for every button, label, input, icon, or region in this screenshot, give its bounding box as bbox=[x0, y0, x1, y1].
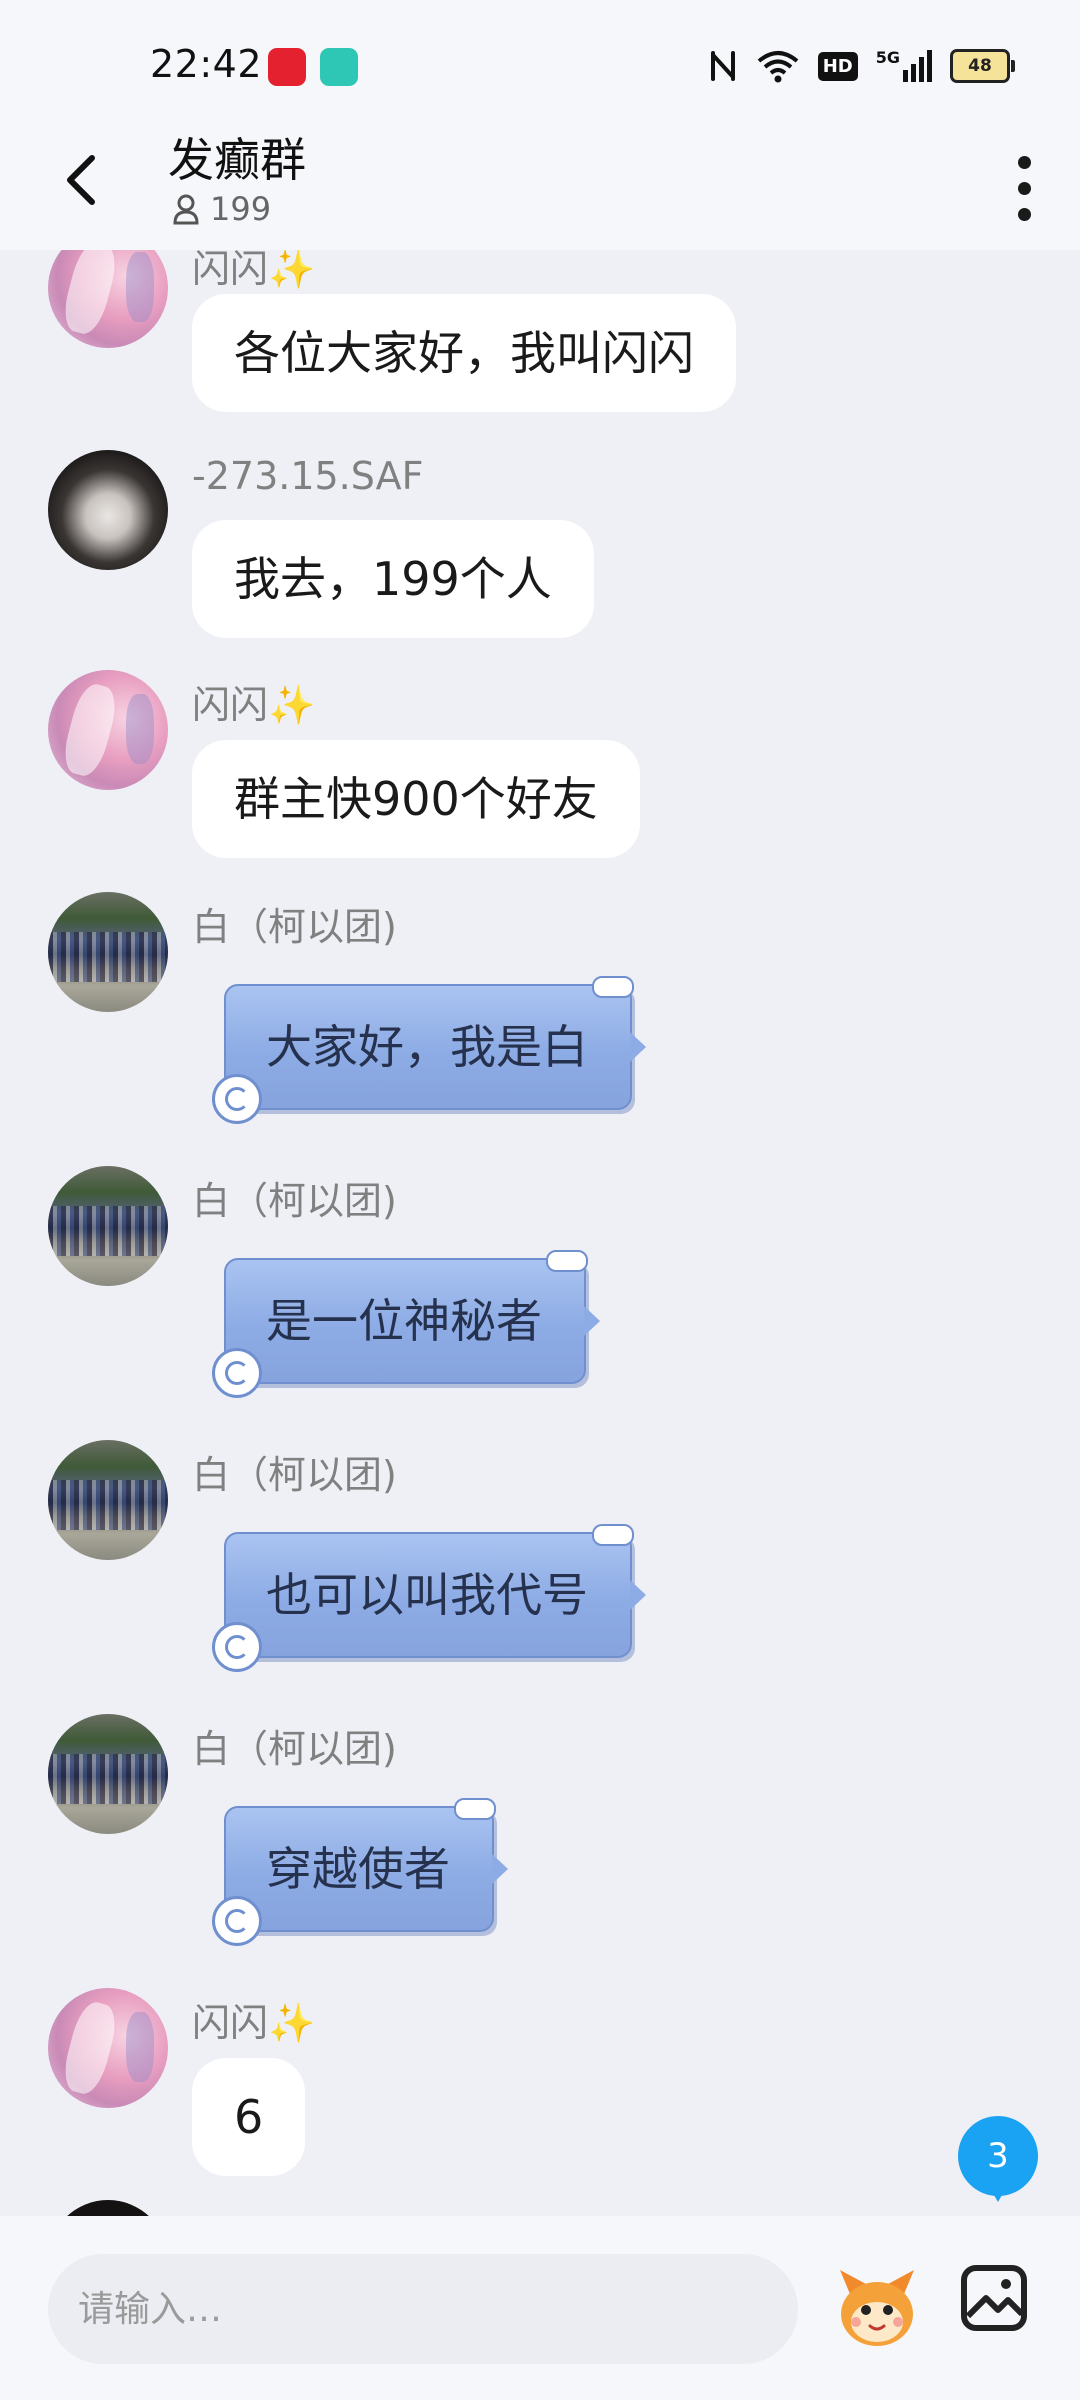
mascot-icon[interactable] bbox=[832, 2264, 922, 2354]
hd-icon: HD bbox=[817, 51, 858, 81]
nfc-icon bbox=[710, 51, 735, 81]
sender-name: 白（柯以团) bbox=[192, 1727, 397, 1771]
unread-count-badge[interactable]: 3 bbox=[958, 2116, 1038, 2202]
person-icon bbox=[173, 194, 199, 225]
message-bubble-decorated[interactable]: 大家好，我是白 bbox=[212, 976, 646, 1124]
back-arrow-icon[interactable] bbox=[52, 148, 116, 212]
message-bubble-decorated[interactable]: 穿越使者 bbox=[212, 1798, 508, 1946]
message-input[interactable] bbox=[48, 2254, 798, 2364]
cloud-decoration-icon bbox=[592, 976, 634, 998]
cloud-decoration-icon bbox=[592, 1524, 634, 1546]
app-notification-icon bbox=[320, 48, 358, 86]
swirl-decoration-icon bbox=[212, 1896, 262, 1946]
signal-icon: 5G bbox=[876, 50, 932, 82]
swirl-decoration-icon bbox=[212, 1074, 262, 1124]
chat-header: 发癫群 199 bbox=[0, 118, 1080, 250]
avatar[interactable] bbox=[48, 250, 168, 348]
cloud-decoration-icon bbox=[546, 1250, 588, 1272]
message-text: 也可以叫我代号 bbox=[266, 1568, 588, 1622]
battery-icon: 48 bbox=[950, 49, 1015, 83]
avatar[interactable] bbox=[48, 2200, 168, 2216]
sender-name: 闪闪✨ bbox=[192, 2001, 316, 2045]
sender-name: 白（柯以团) bbox=[192, 905, 397, 949]
chat-message-list[interactable]: 闪闪✨ 各位大家好，我叫闪闪 -273.15.SAF 我去，199个人 闪闪✨ … bbox=[0, 250, 1080, 2216]
sender-name: 闪闪✨ bbox=[192, 250, 316, 291]
sender-name: 闪闪✨ bbox=[192, 683, 316, 727]
message-bubble-decorated[interactable]: 也可以叫我代号 bbox=[212, 1524, 646, 1672]
avatar[interactable] bbox=[48, 450, 168, 570]
gallery-icon[interactable] bbox=[958, 2262, 1030, 2334]
message-bubble-decorated[interactable]: 是一位神秘者 bbox=[212, 1250, 600, 1398]
avatar[interactable] bbox=[48, 1714, 168, 1834]
avatar[interactable] bbox=[48, 1440, 168, 1560]
status-bar: 22:42 HD 5G 48 bbox=[0, 0, 1080, 132]
network-type: 5G bbox=[875, 48, 900, 67]
app-notification-icon bbox=[268, 48, 306, 86]
swirl-decoration-icon bbox=[212, 1348, 262, 1398]
message-bubble[interactable]: 群主快900个好友 bbox=[192, 740, 640, 858]
sender-name: -273.15.SAF bbox=[192, 454, 424, 498]
swirl-decoration-icon bbox=[212, 1622, 262, 1672]
avatar[interactable] bbox=[48, 892, 168, 1012]
avatar[interactable] bbox=[48, 670, 168, 790]
status-time: 22:42 bbox=[150, 42, 263, 86]
member-count-row[interactable]: 199 bbox=[172, 190, 271, 228]
avatar[interactable] bbox=[48, 1166, 168, 1286]
message-text: 是一位神秘者 bbox=[266, 1294, 542, 1348]
sender-name: 白（柯以团) bbox=[192, 1179, 397, 1223]
sender-name: 白（柯以团) bbox=[192, 1453, 397, 1497]
more-vert-icon[interactable] bbox=[996, 138, 1052, 238]
wifi-icon bbox=[757, 51, 799, 83]
input-bar bbox=[0, 2216, 1080, 2400]
avatar[interactable] bbox=[48, 1988, 168, 2108]
group-title: 发癫群 bbox=[168, 133, 306, 187]
status-icons: HD 5G 48 bbox=[708, 44, 1015, 88]
cloud-decoration-icon bbox=[454, 1798, 496, 1820]
member-count: 199 bbox=[210, 190, 272, 228]
message-bubble[interactable]: 各位大家好，我叫闪闪 bbox=[192, 294, 736, 412]
message-text: 大家好，我是白 bbox=[266, 1020, 588, 1074]
message-bubble[interactable]: 我去，199个人 bbox=[192, 520, 594, 638]
message-bubble[interactable]: 6 bbox=[192, 2058, 306, 2176]
message-text: 穿越使者 bbox=[266, 1842, 450, 1896]
